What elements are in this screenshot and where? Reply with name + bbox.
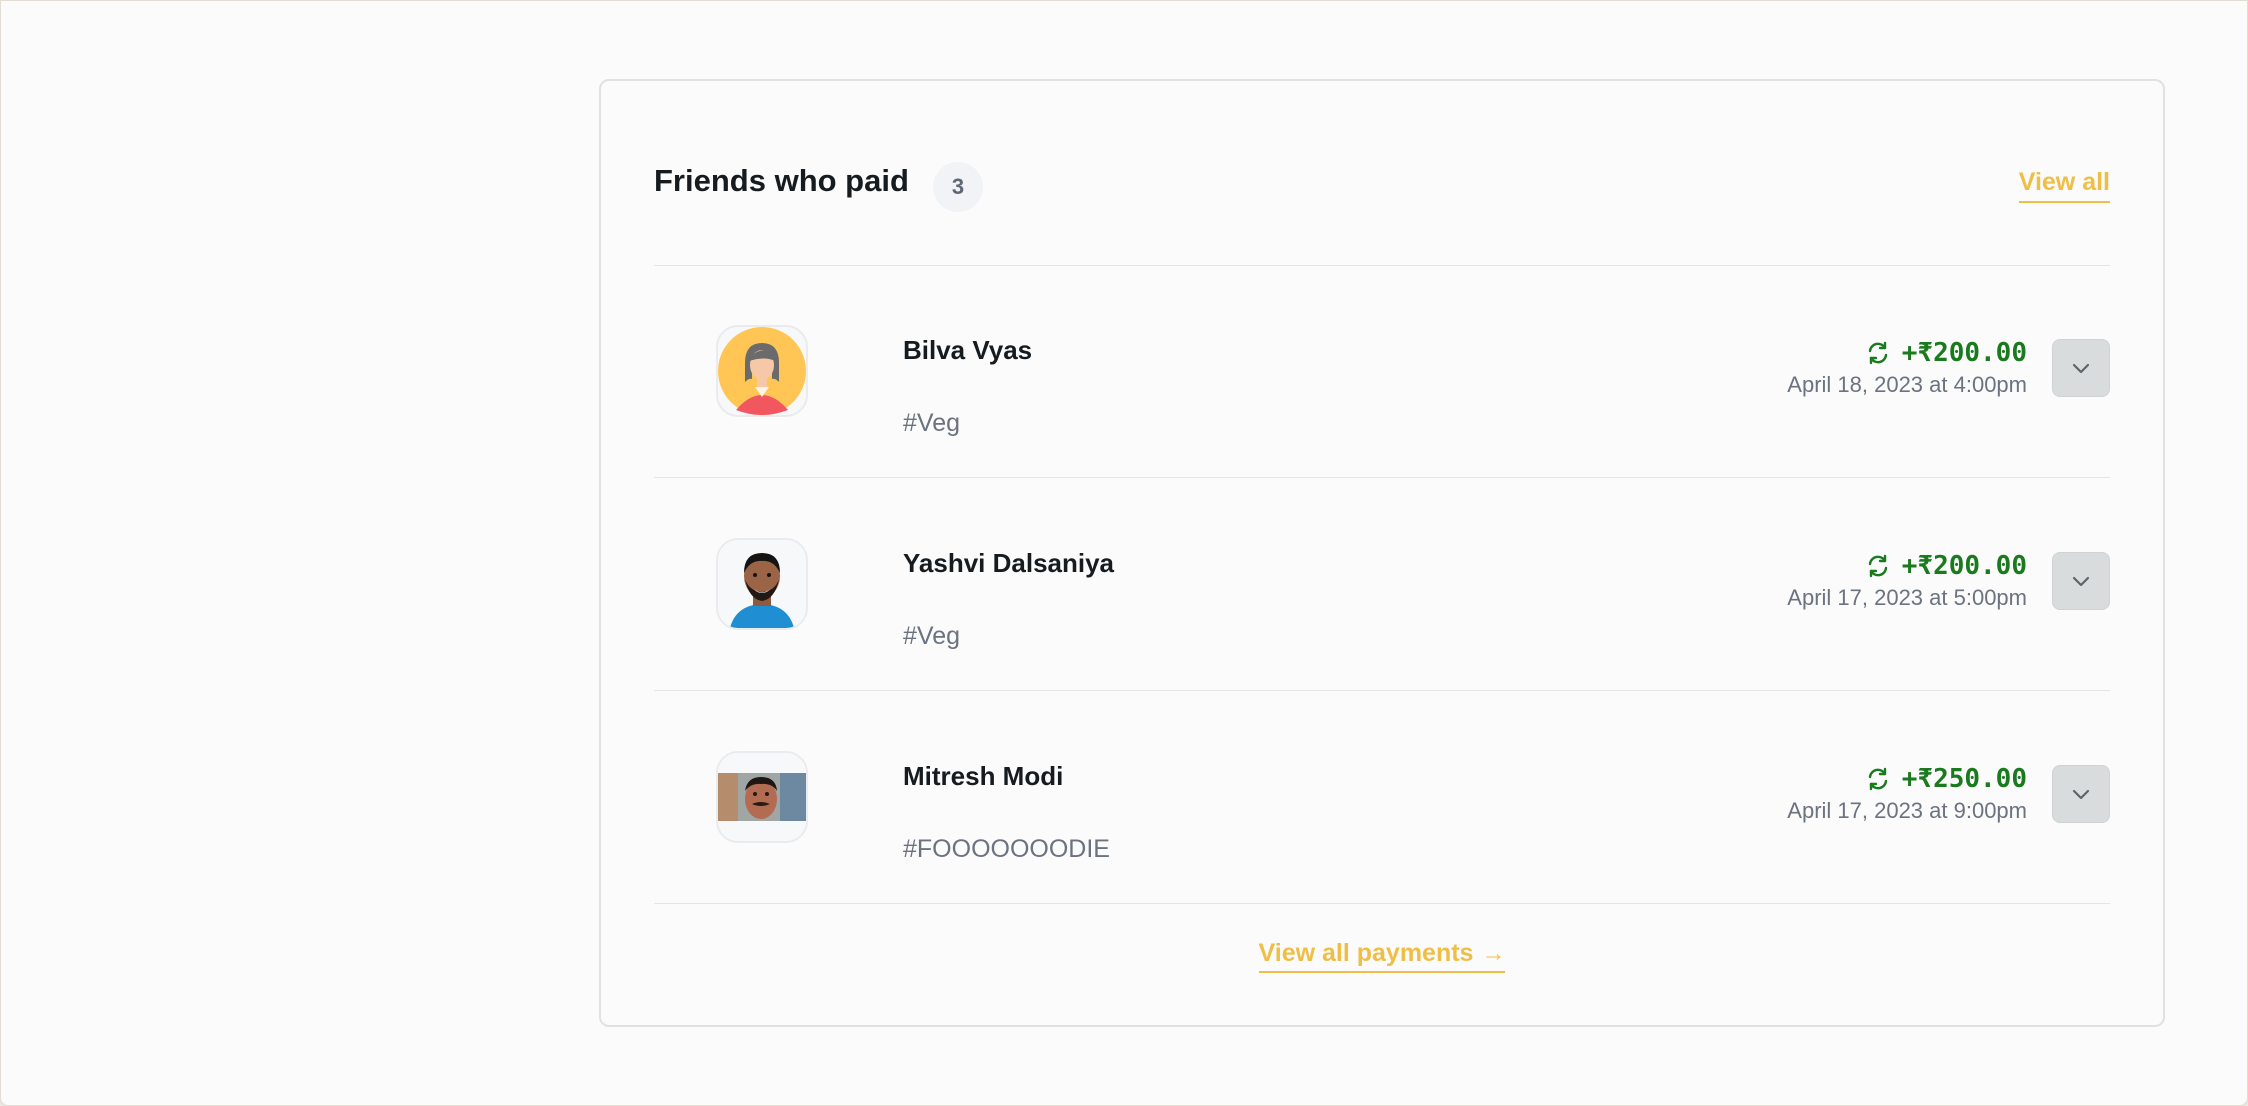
avatar-woman-icon — [718, 327, 806, 415]
payment-row: Mitresh Modi #FOOOOOOODIE +₹250.00 April… — [654, 691, 2110, 904]
payment-amount: +₹200.00 — [1901, 551, 2027, 581]
payer-name: Yashvi Dalsaniya — [903, 548, 1115, 578]
avatar-photo-icon — [718, 753, 806, 841]
refresh-icon — [1868, 767, 1887, 791]
friends-who-paid-card: Friends who paid 3 View all Bilva Vyas #… — [599, 79, 2165, 1027]
avatar — [716, 538, 808, 630]
avatar — [716, 751, 808, 843]
payment-amount: +₹250.00 — [1901, 764, 2027, 794]
payment-tag: #FOOOOOOODIE — [903, 835, 1110, 863]
amount-group: +₹200.00 — [1866, 551, 2027, 581]
payment-tag: #Veg — [903, 622, 961, 650]
payment-date: April 18, 2023 at 4:00pm — [1787, 372, 2027, 397]
chevron-down-icon — [2072, 576, 2090, 587]
payment-date: April 17, 2023 at 5:00pm — [1787, 585, 2027, 610]
avatar-man-icon — [718, 540, 806, 628]
avatar — [716, 325, 808, 417]
payment-row: Yashvi Dalsaniya #Veg +₹200.00 April 17,… — [654, 478, 2110, 691]
page-background: Friends who paid 3 View all Bilva Vyas #… — [0, 0, 2248, 1106]
view-all-payments-link[interactable]: View all payments → — [1258, 939, 1506, 973]
expand-row-button[interactable] — [2052, 765, 2110, 823]
payment-tag: #Veg — [903, 409, 961, 437]
chevron-down-icon — [2072, 789, 2090, 800]
view-all-payments-label: View all payments — [1258, 939, 1474, 967]
payer-name: Bilva Vyas — [903, 335, 1033, 365]
payment-amount: +₹200.00 — [1901, 338, 2027, 368]
card-title: Friends who paid — [654, 163, 909, 198]
chevron-down-icon — [2072, 363, 2090, 374]
card-header: Friends who paid 3 View all — [654, 81, 2110, 266]
payer-name: Mitresh Modi — [903, 761, 1064, 791]
arrow-right-icon: → — [1481, 940, 1506, 967]
expand-row-button[interactable] — [2052, 339, 2110, 397]
payment-date: April 17, 2023 at 9:00pm — [1787, 798, 2027, 823]
amount-group: +₹250.00 — [1866, 764, 2027, 794]
refresh-icon — [1868, 341, 1887, 365]
expand-row-button[interactable] — [2052, 552, 2110, 610]
footer-link-wrap: View all payments → — [601, 939, 2163, 973]
amount-group: +₹200.00 — [1866, 338, 2027, 368]
refresh-icon — [1868, 554, 1887, 578]
payment-row: Bilva Vyas #Veg +₹200.00 April 18, 2023 … — [654, 265, 2110, 478]
view-all-link[interactable]: View all — [2018, 168, 2110, 203]
count-badge: 3 — [933, 162, 983, 212]
